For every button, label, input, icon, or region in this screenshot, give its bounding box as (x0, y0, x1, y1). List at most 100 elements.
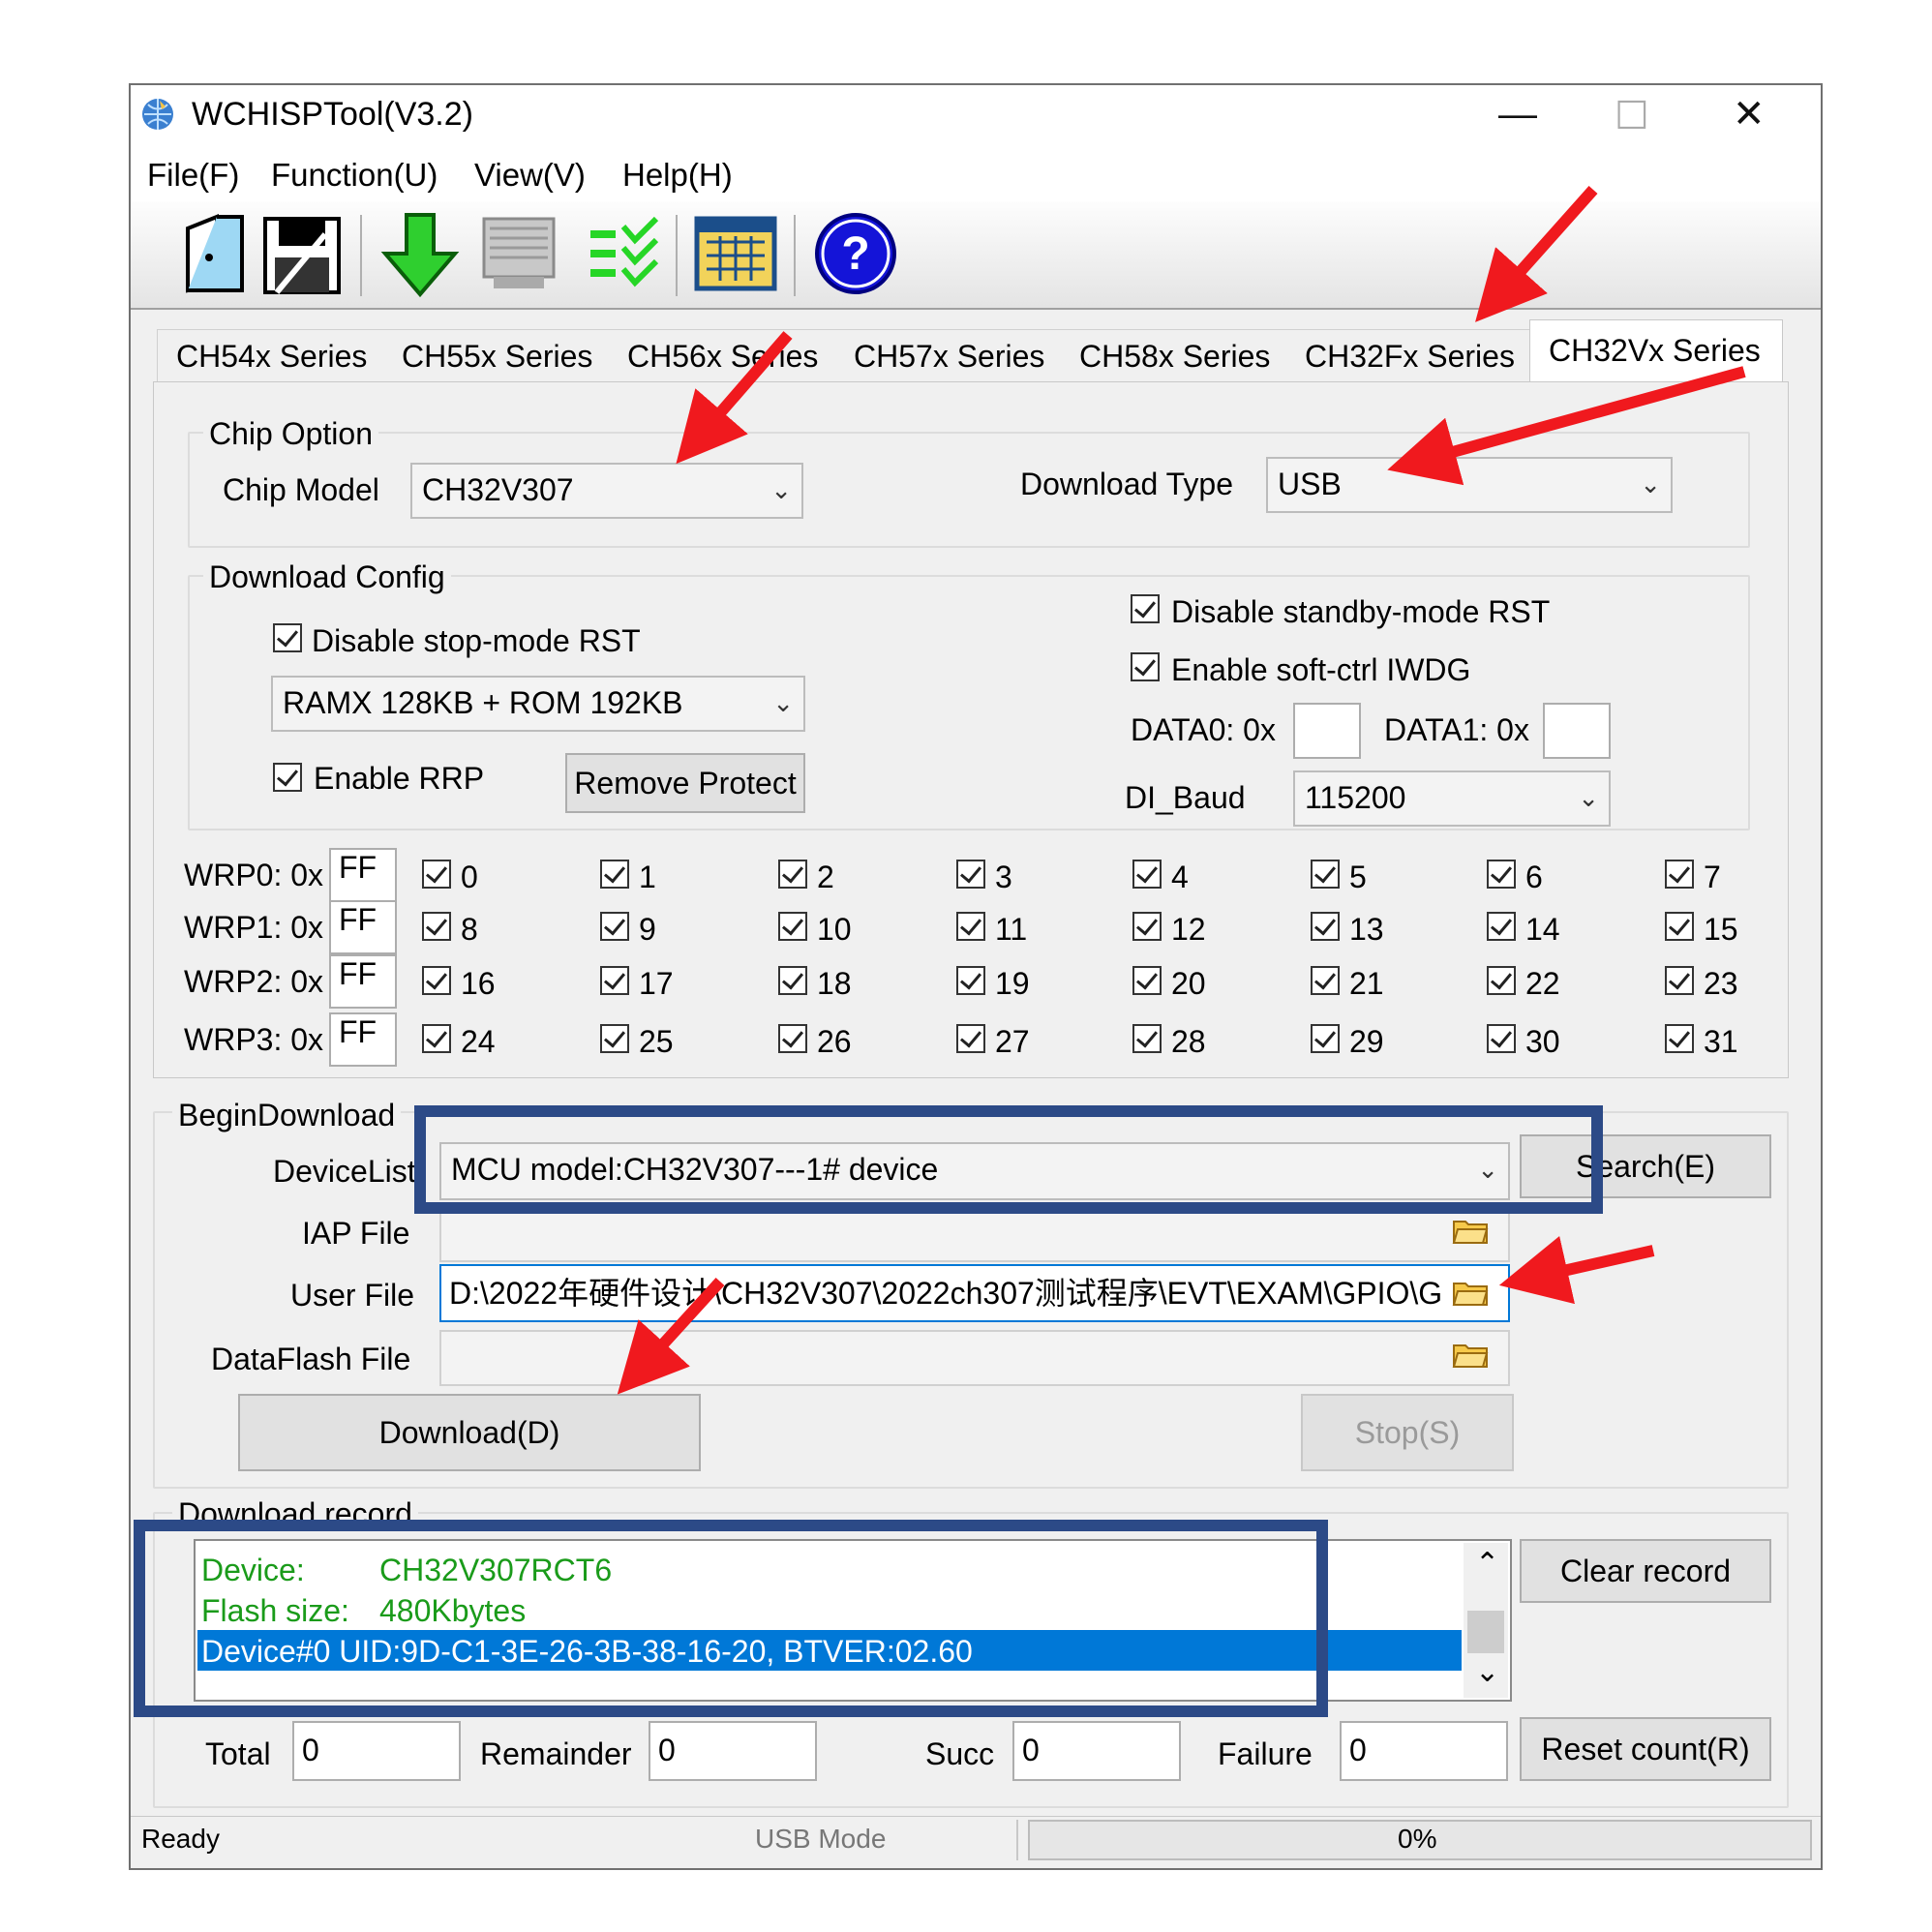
disable-stop-rst-checkbox[interactable] (273, 623, 302, 652)
status-ready: Ready (141, 1824, 220, 1854)
scroll-down-icon[interactable]: ⌄ (1475, 1655, 1499, 1689)
clear-record-button[interactable]: Clear record (1520, 1539, 1771, 1603)
wrp-bit-checkbox[interactable] (600, 860, 629, 889)
wrp-bit-label: 13 (1349, 912, 1384, 947)
wrp-bit-checkbox[interactable] (600, 966, 629, 995)
search-button[interactable]: Search(E) (1520, 1134, 1771, 1198)
enable-iwdg-label: Enable soft-ctrl IWDG (1171, 652, 1471, 687)
folder-open-icon[interactable] (1452, 1340, 1489, 1369)
enable-rrp-checkbox[interactable] (273, 763, 302, 792)
wrp-bit-checkbox[interactable] (1665, 860, 1694, 889)
wrp-bit-checkbox[interactable] (1311, 912, 1340, 941)
wrp-bit-label: 26 (817, 1024, 852, 1059)
calendar-icon[interactable] (691, 209, 780, 298)
tab-ch54x[interactable]: CH54x Series (176, 339, 367, 375)
data1-input[interactable] (1543, 703, 1611, 759)
wrp-bit-checkbox[interactable] (778, 966, 807, 995)
reset-count-button[interactable]: Reset count(R) (1520, 1717, 1771, 1781)
wrp-bit-checkbox[interactable] (600, 912, 629, 941)
verify-icon[interactable] (581, 209, 670, 298)
open-icon[interactable] (170, 209, 259, 298)
disable-standby-rst-checkbox[interactable] (1131, 594, 1160, 623)
wrp-bit-checkbox[interactable] (778, 1024, 807, 1053)
wrp-bit-checkbox[interactable] (1132, 1024, 1162, 1053)
tab-ch57x[interactable]: CH57x Series (854, 339, 1044, 375)
wrp-bit-label: 5 (1349, 860, 1367, 894)
dataflash-file-input[interactable] (439, 1330, 1510, 1386)
wrp-bit-checkbox[interactable] (1665, 912, 1694, 941)
download-type-value: USB (1278, 467, 1342, 501)
remove-protect-button[interactable]: Remove Protect (565, 753, 805, 813)
wrp-bit-checkbox[interactable] (778, 860, 807, 889)
wrp-bit-checkbox[interactable] (1487, 912, 1516, 941)
wrp-bit-checkbox[interactable] (1665, 966, 1694, 995)
folder-open-icon[interactable] (1452, 1278, 1489, 1307)
save-icon[interactable] (257, 209, 347, 298)
stop-button[interactable]: Stop(S) (1301, 1394, 1514, 1471)
wrp-bit-checkbox[interactable] (1132, 966, 1162, 995)
total-input[interactable]: 0 (292, 1721, 461, 1781)
enable-iwdg-checkbox[interactable] (1131, 652, 1160, 681)
wrp-bit-checkbox[interactable] (956, 912, 985, 941)
menu-view[interactable]: View(V) (474, 157, 586, 194)
wrp-bit-checkbox[interactable] (956, 1024, 985, 1053)
device-list-value: MCU model:CH32V307---1# device (451, 1152, 939, 1187)
wrp-bit-checkbox[interactable] (1665, 1024, 1694, 1053)
remainder-input[interactable]: 0 (649, 1721, 817, 1781)
menu-function[interactable]: Function(U) (271, 157, 438, 194)
chevron-down-icon: ⌄ (770, 475, 792, 504)
iap-file-input[interactable] (439, 1208, 1510, 1262)
wrp-bit-checkbox[interactable] (600, 1024, 629, 1053)
tab-ch58x[interactable]: CH58x Series (1079, 339, 1270, 375)
tab-ch32fx[interactable]: CH32Fx Series (1305, 339, 1515, 375)
data0-input[interactable] (1293, 703, 1361, 759)
tab-ch55x[interactable]: CH55x Series (402, 339, 592, 375)
device-icon[interactable] (476, 209, 565, 298)
wrp-bit-label: 16 (461, 966, 496, 1001)
failure-input[interactable]: 0 (1340, 1721, 1508, 1781)
dl-baud-select[interactable]: 115200 ⌄ (1293, 770, 1611, 827)
app-globe-icon (142, 99, 173, 130)
wrp-input[interactable]: FF (329, 848, 397, 902)
progress-text: 0% (1398, 1824, 1437, 1854)
wrp-bit-checkbox[interactable] (422, 912, 451, 941)
wrp-bit-checkbox[interactable] (422, 1024, 451, 1053)
chip-model-select[interactable]: CH32V307 ⌄ (410, 463, 803, 519)
device-list-select[interactable]: MCU model:CH32V307---1# device ⌄ (439, 1142, 1510, 1200)
wrp-bit-checkbox[interactable] (1487, 860, 1516, 889)
menu-help[interactable]: Help(H) (622, 157, 733, 194)
scroll-up-icon[interactable]: ⌃ (1475, 1547, 1499, 1581)
download-button[interactable]: Download(D) (238, 1394, 701, 1471)
download-arrow-icon[interactable] (376, 209, 465, 298)
tab-ch32vx-label[interactable]: CH32Vx Series (1549, 333, 1761, 369)
maximize-button[interactable]: ☐ (1615, 97, 1649, 136)
wrp-input[interactable]: FF (329, 1012, 397, 1067)
wrp-label: WRP0: 0x (184, 858, 324, 892)
minimize-button[interactable]: — (1498, 95, 1537, 134)
memory-select[interactable]: RAMX 128KB + ROM 192KB ⌄ (271, 676, 805, 732)
download-type-select[interactable]: USB ⌄ (1266, 457, 1673, 513)
wrp-input[interactable]: FF (329, 954, 397, 1009)
wrp-bit-checkbox[interactable] (1311, 966, 1340, 995)
close-button[interactable]: ✕ (1733, 95, 1766, 134)
wrp-bit-checkbox[interactable] (1132, 912, 1162, 941)
user-file-input[interactable]: D:\2022年硬件设计\CH32V307\2022ch307测试程序\EVT\… (439, 1264, 1510, 1322)
scrollbar-thumb[interactable] (1467, 1611, 1504, 1653)
succ-input[interactable]: 0 (1012, 1721, 1181, 1781)
wrp-bit-checkbox[interactable] (1487, 966, 1516, 995)
wrp-bit-checkbox[interactable] (1132, 860, 1162, 889)
help-icon[interactable]: ? (811, 209, 900, 298)
tab-ch56x[interactable]: CH56x Series (627, 339, 818, 375)
wrp-bit-checkbox[interactable] (1311, 1024, 1340, 1053)
wrp-bit-checkbox[interactable] (778, 912, 807, 941)
wrp-bit-checkbox[interactable] (422, 966, 451, 995)
wrp-input[interactable]: FF (329, 900, 397, 954)
folder-open-icon[interactable] (1452, 1216, 1489, 1245)
wrp-bit-checkbox[interactable] (1487, 1024, 1516, 1053)
menu-file[interactable]: File(F) (147, 157, 239, 194)
wrp-bit-label: 25 (639, 1024, 674, 1059)
wrp-bit-checkbox[interactable] (956, 860, 985, 889)
wrp-bit-checkbox[interactable] (422, 860, 451, 889)
wrp-bit-checkbox[interactable] (1311, 860, 1340, 889)
wrp-bit-checkbox[interactable] (956, 966, 985, 995)
